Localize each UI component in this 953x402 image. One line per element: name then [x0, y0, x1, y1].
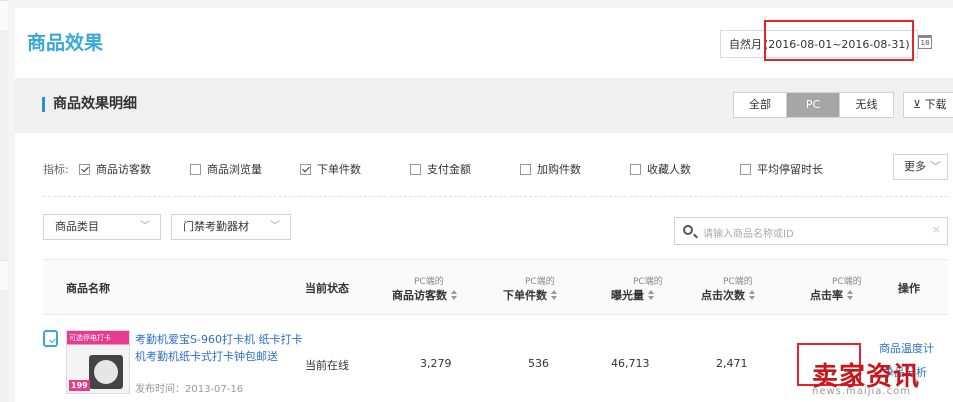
page-title: 商品效果 [27, 32, 104, 54]
column-header-orders[interactable]: PC端的 下单件数 [503, 260, 557, 316]
column-header-label: 商品访客数 [392, 288, 447, 302]
metric-prefix-label: 指标: [43, 163, 69, 176]
thumbnail-banner-text: 可选停电打卡 [69, 334, 111, 342]
checkbox-unchecked[interactable] [410, 163, 421, 175]
chevron-down-icon: ﹀ [140, 221, 150, 232]
product-search-input[interactable]: 请输入商品名称或ID × [674, 217, 948, 245]
column-header-label: 下单件数 [503, 288, 547, 302]
section-header-bar: 商品效果明细 全部 PC 无线 ⊻ 下载 [15, 78, 953, 133]
metric-label: 商品浏览量 [207, 163, 262, 176]
sort-icon[interactable] [451, 289, 457, 300]
exposure-cell: 46,713 [611, 357, 650, 370]
section-title: 商品效果明细 [42, 97, 137, 112]
column-header-actions: 操作 [898, 282, 920, 295]
checkbox-unchecked[interactable] [740, 163, 751, 175]
metric-checkbox-orders[interactable]: 下单件数 [300, 161, 361, 177]
metric-label: 加购件数 [537, 163, 581, 176]
metric-checkbox-payment[interactable]: 支付金额 [410, 161, 471, 177]
thumbnail-price: 199 [69, 380, 90, 391]
device-segment-control: 全部 PC 无线 [733, 92, 894, 118]
column-header-ctr[interactable]: PC端的 点击率 [810, 260, 862, 316]
checkbox-unchecked[interactable] [520, 163, 531, 175]
metric-checkbox-favorites[interactable]: 收藏人数 [630, 161, 691, 177]
column-header-visitors[interactable]: PC端的 商品访客数 [392, 260, 457, 316]
column-header-label: 曝光量 [611, 288, 644, 302]
mobile-check-icon [43, 330, 58, 347]
status-cell: 当前在线 [305, 359, 349, 372]
sort-icon[interactable] [847, 289, 853, 300]
more-label: 更多 [904, 160, 926, 173]
metric-checkbox-pageviews[interactable]: 商品浏览量 [190, 161, 262, 177]
product-thumbnail[interactable]: 可选停电打卡 199 [66, 330, 130, 394]
segment-all-button[interactable]: 全部 [734, 93, 787, 117]
sidebar-strip-segment [0, 0, 8, 30]
chevron-down-icon: ﹀ [930, 160, 941, 173]
checkbox-unchecked[interactable] [630, 163, 641, 175]
search-placeholder: 请输入商品名称或ID [703, 229, 794, 240]
column-header-prefix: PC端的 [832, 276, 862, 287]
metric-label: 商品访客数 [96, 163, 151, 176]
sort-icon[interactable] [749, 289, 755, 300]
column-header-prefix: PC端的 [633, 276, 663, 287]
category-select-value: 商品类目 [55, 220, 99, 233]
metric-checkbox-staytime[interactable]: 平均停留时长 [740, 161, 823, 177]
column-header-name: 商品名称 [66, 282, 110, 295]
metric-label: 下单件数 [317, 163, 361, 176]
column-header-prefix: PC端的 [414, 276, 444, 287]
column-header-prefix: PC端的 [525, 276, 555, 287]
metric-label: 平均停留时长 [757, 163, 823, 176]
search-icon [683, 225, 693, 235]
metric-label: 收藏人数 [647, 163, 691, 176]
time-clock-image [89, 355, 123, 389]
sidebar-strip-segment [0, 260, 8, 290]
segment-wireless-button[interactable]: 无线 [840, 93, 893, 117]
metric-label: 支付金额 [427, 163, 471, 176]
subcategory-select-value: 门禁考勤器材 [183, 220, 249, 233]
sort-icon[interactable] [648, 289, 654, 300]
clicks-cell: 2,471 [716, 357, 748, 370]
table-header: 商品名称 当前状态 PC端的 商品访客数 PC端的 下单件数 PC端的 曝光量 … [43, 259, 948, 315]
metric-checkbox-visitors[interactable]: 商品访客数 [79, 161, 151, 177]
category-select[interactable]: 商品类目 ﹀ [43, 214, 161, 240]
column-header-label: 点击率 [810, 288, 843, 302]
publish-date: 发布时间：2013-07-16 [135, 384, 244, 395]
checkbox-checked[interactable] [300, 163, 311, 175]
product-title-link[interactable]: 考勤机爱宝S-960打卡机 纸卡打卡机考勤机纸卡式打卡钟包邮送 [135, 331, 303, 365]
clear-icon[interactable]: × [932, 223, 941, 236]
visitors-cell: 3,279 [420, 357, 452, 370]
sort-icon[interactable] [551, 289, 557, 300]
segment-pc-button[interactable]: PC [787, 93, 840, 117]
chevron-down-icon: ﹀ [270, 221, 280, 232]
product-thermometer-link[interactable]: 商品温度计 [879, 340, 934, 356]
metric-checkbox-cart[interactable]: 加购件数 [520, 161, 581, 177]
orders-cell: 536 [528, 357, 549, 370]
checkbox-checked[interactable] [79, 163, 90, 175]
column-header-clicks[interactable]: PC端的 点击次数 [701, 260, 755, 316]
column-header-prefix: PC端的 [723, 276, 753, 287]
download-icon: ⊻ [913, 98, 922, 111]
left-sidebar-strip [0, 0, 8, 402]
date-range-highlight-box [764, 20, 914, 61]
date-mode-label[interactable]: 自然月 [721, 36, 762, 52]
more-metrics-button[interactable]: 更多 ﹀ [893, 154, 948, 180]
column-header-exposure[interactable]: PC端的 曝光量 [611, 260, 663, 316]
subcategory-select[interactable]: 门禁考勤器材 ﹀ [171, 214, 291, 240]
site-watermark: 卖家资讯 news.maijia.com [808, 356, 953, 402]
checkbox-unchecked[interactable] [190, 163, 201, 175]
download-label: 下载 [924, 98, 947, 111]
column-header-label: 点击次数 [701, 288, 745, 302]
calendar-icon[interactable]: 18 [918, 35, 932, 49]
download-button[interactable]: ⊻ 下载 [903, 92, 953, 118]
watermark-url: news.maijia.com [812, 386, 911, 397]
divider [43, 196, 948, 197]
column-header-status: 当前状态 [305, 282, 349, 295]
